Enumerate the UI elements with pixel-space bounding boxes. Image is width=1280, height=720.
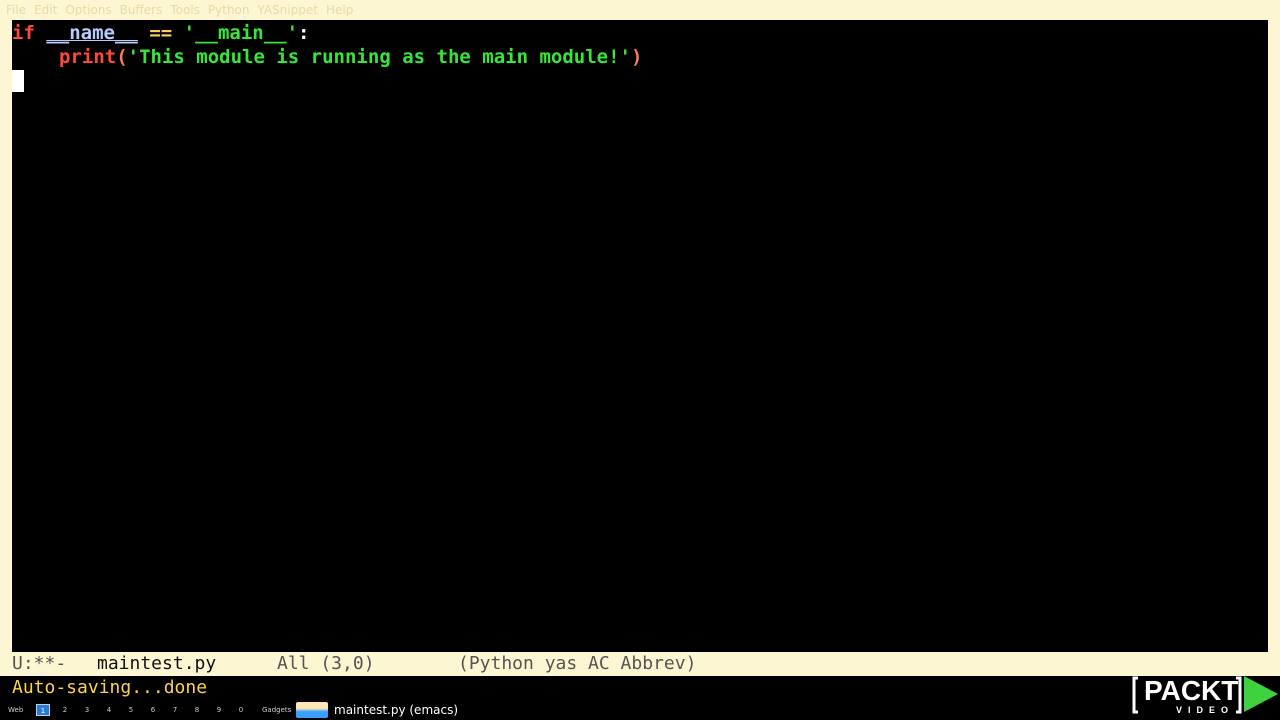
workspace-4[interactable]: 4	[102, 704, 116, 716]
identifier-name: __name__	[46, 22, 138, 44]
taskbar-gadgets-label[interactable]: Gadgets	[262, 704, 291, 716]
window-thumbnail-icon[interactable]	[296, 702, 328, 718]
workspace-9[interactable]: 9	[212, 704, 226, 716]
modeline-status: U:**-	[12, 653, 67, 674]
colon: :	[298, 22, 310, 44]
operator-equals: ==	[149, 22, 173, 44]
workspace-3[interactable]: 3	[80, 704, 94, 716]
workspace-1[interactable]: 1	[36, 704, 50, 716]
taskbar-web-label[interactable]: Web	[8, 704, 23, 716]
modeline-modes[interactable]: (Python yas AC Abbrev)	[458, 652, 696, 676]
open-paren: (	[116, 46, 128, 68]
workspace-5[interactable]: 5	[124, 704, 138, 716]
keyword-if: if	[12, 22, 35, 44]
echo-area: Auto-saving...done	[0, 676, 1280, 700]
workspace-0[interactable]: 0	[234, 704, 248, 716]
emacs-screen: File Edit Options Buffers Tools Python Y…	[0, 0, 1280, 720]
menu-item-help[interactable]: Help	[326, 0, 353, 20]
menu-item-options[interactable]: Options	[65, 0, 111, 20]
menu-item-python[interactable]: Python	[208, 0, 250, 20]
code-line-1: if __name__ == '__main__':	[12, 21, 310, 45]
text-cursor	[12, 70, 24, 92]
string-main: '__main__'	[183, 22, 299, 44]
packt-video-logo: PACKT VIDEO	[1132, 675, 1278, 715]
taskbar-window-title[interactable]: maintest.py (emacs)	[334, 703, 458, 717]
logo-sub-text: VIDEO	[1176, 705, 1234, 715]
close-paren: )	[630, 46, 643, 68]
workspace-6[interactable]: 6	[146, 704, 160, 716]
builtin-print: print	[59, 46, 117, 68]
editor-buffer[interactable]: if __name__ == '__main__': print('This m…	[12, 20, 1268, 652]
logo-brand-text: PACKT	[1144, 675, 1238, 706]
string-message: 'This module is running as the main modu…	[127, 46, 631, 68]
play-triangle-icon	[1244, 676, 1278, 712]
workspace-2[interactable]: 2	[58, 704, 72, 716]
mode-line: U:**- maintest.py All (3,0) (Python yas …	[0, 652, 1280, 676]
menu-item-edit[interactable]: Edit	[34, 0, 57, 20]
modeline-buffer-name[interactable]: maintest.py	[97, 652, 216, 676]
modeline-position: All (3,0)	[277, 653, 375, 674]
menu-item-yasnippet[interactable]: YASnippet	[258, 0, 319, 20]
menu-bar: File Edit Options Buffers Tools Python Y…	[0, 0, 1280, 20]
workspace-8[interactable]: 8	[190, 704, 204, 716]
menu-item-file[interactable]: File	[6, 0, 26, 20]
workspace-7[interactable]: 7	[168, 704, 182, 716]
code-line-2: print('This module is running as the mai…	[59, 45, 642, 69]
menu-item-tools[interactable]: Tools	[170, 0, 200, 20]
taskbar: Web 1 2 3 4 5 6 7 8 9 0 Gadgets maintest…	[0, 700, 1280, 720]
menu-item-buffers[interactable]: Buffers	[120, 0, 163, 20]
